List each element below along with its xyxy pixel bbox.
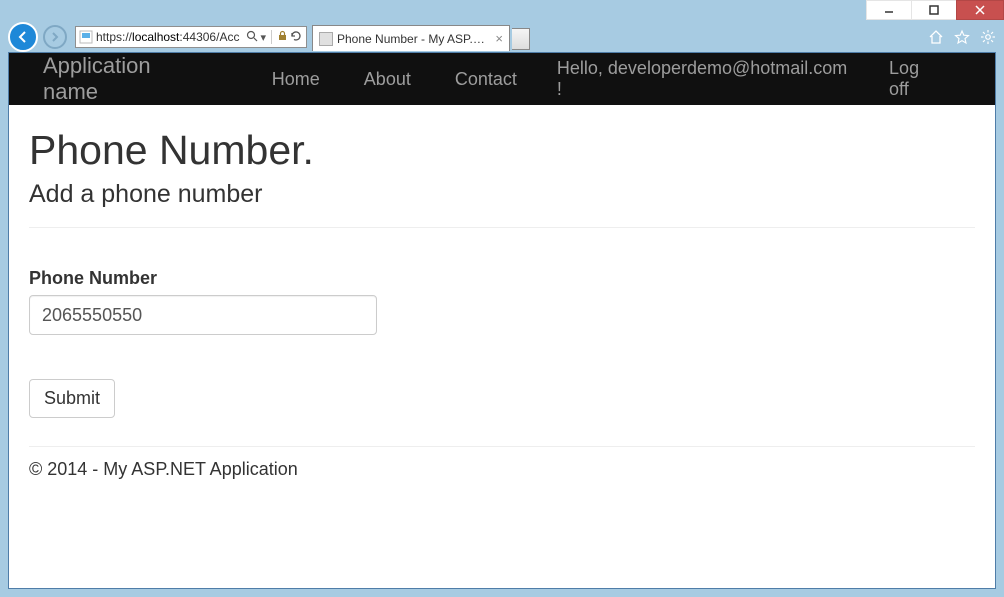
window-minimize-button[interactable] — [866, 0, 912, 20]
page-body: Phone Number. Add a phone number Phone N… — [9, 105, 995, 488]
submit-button[interactable]: Submit — [29, 379, 115, 418]
nav-forward-button[interactable] — [43, 25, 67, 49]
settings-icon[interactable] — [980, 29, 996, 45]
lock-icon[interactable] — [277, 30, 288, 44]
browser-toolbar: https://localhost:44306/Acc ▾ Phone Numb… — [0, 22, 1004, 52]
phone-input[interactable] — [29, 295, 377, 335]
home-icon[interactable] — [928, 29, 944, 45]
nav-logoff[interactable]: Log off — [871, 58, 961, 100]
page-title: Phone Number. — [29, 127, 975, 174]
page-subtitle: Add a phone number — [29, 180, 975, 209]
site-icon — [78, 29, 94, 45]
window-titlebar — [0, 0, 1004, 22]
address-controls: ▾ — [242, 30, 306, 45]
dropdown-icon[interactable]: ▾ — [260, 31, 266, 44]
browser-tab[interactable]: Phone Number - My ASP.N... × — [312, 25, 510, 51]
nav-greeting[interactable]: Hello, developerdemo@hotmail.com ! — [539, 58, 871, 100]
site-navbar: Application name Home About Contact Hell… — [9, 53, 995, 105]
nav-right: Hello, developerdemo@hotmail.com ! Log o… — [539, 58, 995, 100]
window-close-button[interactable] — [956, 0, 1004, 20]
new-tab-button[interactable] — [512, 28, 530, 50]
nav-contact[interactable]: Contact — [433, 69, 539, 90]
favorites-icon[interactable] — [954, 29, 970, 45]
tab-close-icon[interactable]: × — [495, 31, 503, 46]
footer-divider — [29, 446, 975, 447]
tab-favicon — [319, 32, 333, 46]
nav-about[interactable]: About — [342, 69, 433, 90]
brand-link[interactable]: Application name — [43, 53, 210, 105]
address-text: https://localhost:44306/Acc — [96, 30, 242, 44]
phone-label: Phone Number — [29, 268, 975, 289]
refresh-icon[interactable] — [290, 30, 302, 45]
address-bar[interactable]: https://localhost:44306/Acc ▾ — [75, 26, 307, 48]
browser-viewport: Application name Home About Contact Hell… — [8, 52, 996, 589]
nav-home[interactable]: Home — [250, 69, 342, 90]
divider — [29, 227, 975, 228]
window-maximize-button[interactable] — [911, 0, 957, 20]
footer-text: © 2014 - My ASP.NET Application — [29, 459, 975, 480]
nav-back-button[interactable] — [8, 22, 38, 52]
tab-title: Phone Number - My ASP.N... — [337, 32, 491, 46]
search-icon[interactable] — [246, 30, 258, 45]
